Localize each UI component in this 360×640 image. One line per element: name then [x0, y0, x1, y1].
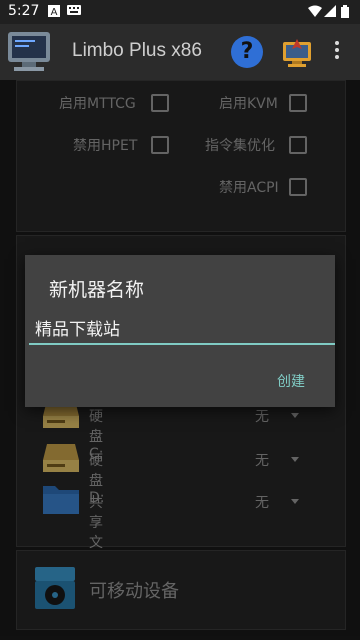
new-machine-dialog: 新机器名称 精品下载站 创建 — [25, 255, 335, 407]
keyboard-icon — [67, 5, 81, 19]
svg-text:A: A — [51, 7, 58, 17]
dialog-title: 新机器名称 — [49, 279, 145, 301]
status-bar: 5:27 A — [0, 0, 360, 24]
overflow-menu-button[interactable] — [330, 38, 344, 66]
app-title: Limbo Plus x86 — [72, 40, 202, 61]
menu-dot-icon — [335, 55, 339, 59]
menu-dot-icon — [335, 41, 339, 45]
signal-icon — [324, 5, 338, 19]
app-bar: Limbo Plus x86 ? — [0, 24, 360, 80]
status-time: 5:27 — [8, 3, 40, 19]
app-logo-icon — [6, 28, 52, 74]
wifi-icon — [308, 5, 322, 19]
menu-dot-icon — [335, 48, 339, 52]
notification-a-icon: A — [48, 5, 62, 19]
machine-monitor-button[interactable] — [280, 36, 314, 68]
machine-name-input[interactable]: 精品下载站 — [29, 315, 335, 345]
create-button[interactable]: 创建 — [277, 371, 305, 391]
battery-icon — [341, 5, 355, 19]
help-button[interactable]: ? — [231, 36, 263, 68]
